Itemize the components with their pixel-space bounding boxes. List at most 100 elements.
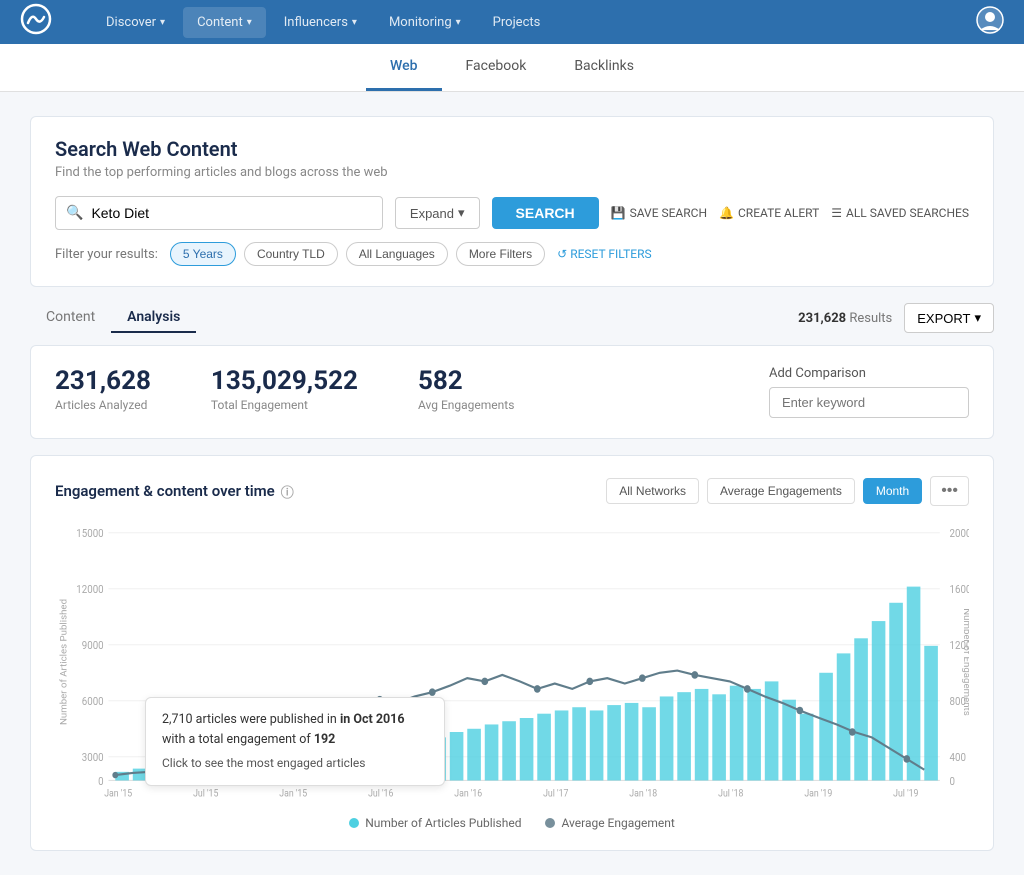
search-actions: 💾 SAVE SEARCH 🔔 CREATE ALERT ☰ ALL SAVED… bbox=[611, 206, 969, 220]
user-avatar[interactable] bbox=[976, 6, 1004, 39]
page-title: Search Web Content bbox=[55, 137, 969, 161]
save-icon: 💾 bbox=[611, 206, 626, 220]
create-alert-button[interactable]: 🔔 CREATE ALERT bbox=[719, 206, 819, 220]
chevron-down-icon: ▾ bbox=[458, 205, 465, 221]
svg-text:6000: 6000 bbox=[82, 695, 104, 709]
legend-articles-icon bbox=[349, 818, 359, 828]
svg-text:Jul '15: Jul '15 bbox=[193, 788, 218, 800]
tooltip-text: 2,710 articles were published in in Oct … bbox=[162, 710, 428, 750]
stat-avg-label: Avg Engagements bbox=[418, 398, 514, 412]
chart-card: Engagement & content over time ⓘ All Net… bbox=[30, 455, 994, 851]
expand-button[interactable]: Expand ▾ bbox=[395, 197, 480, 229]
tooltip-click-text[interactable]: Click to see the most engaged articles bbox=[162, 754, 428, 773]
nav-discover[interactable]: Discover ▾ bbox=[92, 7, 179, 38]
svg-text:400: 400 bbox=[950, 751, 967, 765]
content-tabs-row: Content Analysis 231,628 Results EXPORT … bbox=[30, 303, 994, 333]
comparison-add: Add Comparison bbox=[769, 366, 969, 418]
stats-card: 231,628 Articles Analyzed 135,029,522 To… bbox=[30, 345, 994, 439]
tab-content[interactable]: Content bbox=[30, 303, 111, 333]
top-navigation: Discover ▾ Content ▾ Influencers ▾ Monit… bbox=[0, 0, 1024, 44]
svg-text:Number of Engagements: Number of Engagements bbox=[961, 608, 969, 716]
subnav-facebook[interactable]: Facebook bbox=[442, 44, 551, 91]
filter-all-languages[interactable]: All Languages bbox=[346, 242, 448, 266]
svg-text:Number of Articles Published: Number of Articles Published bbox=[59, 599, 69, 725]
chart-title: Engagement & content over time ⓘ bbox=[55, 482, 294, 501]
save-search-button[interactable]: 💾 SAVE SEARCH bbox=[611, 206, 707, 220]
svg-text:9000: 9000 bbox=[82, 639, 104, 653]
svg-text:Jul '16: Jul '16 bbox=[368, 788, 393, 800]
all-saved-searches-button[interactable]: ☰ ALL SAVED SEARCHES bbox=[831, 206, 969, 220]
subnav-web[interactable]: Web bbox=[366, 44, 441, 91]
info-icon[interactable]: ⓘ bbox=[281, 482, 294, 501]
chevron-down-icon: ▾ bbox=[352, 17, 357, 28]
svg-text:12000: 12000 bbox=[76, 583, 104, 597]
sub-navigation: Web Facebook Backlinks bbox=[0, 44, 1024, 92]
filter-country-tld[interactable]: Country TLD bbox=[244, 242, 338, 266]
filter-5years[interactable]: 5 Years bbox=[170, 242, 236, 266]
svg-text:3000: 3000 bbox=[82, 751, 104, 765]
svg-text:1600: 1600 bbox=[950, 583, 969, 597]
svg-text:Jan '19: Jan '19 bbox=[804, 788, 832, 800]
search-input-wrapper: 🔍 bbox=[55, 196, 383, 230]
svg-text:Jan '15: Jan '15 bbox=[104, 788, 132, 800]
legend-engagement-icon bbox=[545, 818, 555, 828]
nav-content[interactable]: Content ▾ bbox=[183, 7, 266, 38]
search-icon: 🔍 bbox=[66, 205, 83, 221]
svg-text:Jul '18: Jul '18 bbox=[718, 788, 743, 800]
search-button[interactable]: SEARCH bbox=[492, 197, 599, 229]
results-export-row: 231,628 Results EXPORT ▾ bbox=[798, 303, 994, 333]
app-logo[interactable] bbox=[20, 3, 52, 41]
stat-articles-label: Articles Analyzed bbox=[55, 398, 151, 412]
stat-engagement-label: Total Engagement bbox=[211, 398, 358, 412]
svg-text:0: 0 bbox=[950, 774, 956, 788]
search-bar-row: 🔍 Expand ▾ SEARCH 💾 SAVE SEARCH 🔔 CREATE… bbox=[55, 196, 969, 230]
stat-avg: 582 Avg Engagements bbox=[418, 366, 514, 412]
list-icon: ☰ bbox=[831, 206, 842, 220]
export-button[interactable]: EXPORT ▾ bbox=[904, 303, 994, 333]
nav-items: Discover ▾ Content ▾ Influencers ▾ Monit… bbox=[92, 7, 976, 38]
tab-analysis[interactable]: Analysis bbox=[111, 303, 196, 333]
chart-avg-engagements-button[interactable]: Average Engagements bbox=[707, 478, 855, 504]
search-section: Search Web Content Find the top performi… bbox=[30, 116, 994, 287]
svg-text:Jul '17: Jul '17 bbox=[543, 788, 568, 800]
subnav-backlinks[interactable]: Backlinks bbox=[550, 44, 658, 91]
reset-filters-button[interactable]: ↺ RESET FILTERS bbox=[557, 247, 651, 261]
chevron-down-icon: ▾ bbox=[456, 17, 461, 28]
chart-all-networks-button[interactable]: All Networks bbox=[606, 478, 699, 504]
stat-engagement-value: 135,029,522 bbox=[211, 366, 358, 396]
svg-text:0: 0 bbox=[98, 774, 104, 788]
nav-monitoring[interactable]: Monitoring ▾ bbox=[375, 7, 475, 38]
chevron-down-icon: ▾ bbox=[974, 310, 981, 326]
filter-row: Filter your results: 5 Years Country TLD… bbox=[55, 230, 969, 266]
comparison-label: Add Comparison bbox=[769, 366, 969, 381]
chevron-down-icon: ▾ bbox=[247, 17, 252, 28]
legend-engagement: Average Engagement bbox=[545, 816, 674, 830]
chart-more-options-button[interactable]: ••• bbox=[930, 476, 969, 506]
stat-avg-value: 582 bbox=[418, 366, 514, 396]
comparison-input[interactable] bbox=[769, 387, 969, 418]
page-content: Search Web Content Find the top performi… bbox=[0, 92, 1024, 875]
chart-month-button[interactable]: Month bbox=[863, 478, 922, 504]
filter-label: Filter your results: bbox=[55, 247, 158, 262]
svg-text:15000: 15000 bbox=[76, 527, 104, 541]
alert-icon: 🔔 bbox=[719, 206, 734, 220]
page-subtitle: Find the top performing articles and blo… bbox=[55, 165, 969, 180]
svg-text:Jan '16: Jan '16 bbox=[454, 788, 482, 800]
stat-articles-value: 231,628 bbox=[55, 366, 151, 396]
filter-more-filters[interactable]: More Filters bbox=[456, 242, 545, 266]
stat-articles: 231,628 Articles Analyzed bbox=[55, 366, 151, 412]
chart-container: 15000 12000 9000 6000 3000 0 2000 1600 1… bbox=[55, 522, 969, 806]
nav-projects[interactable]: Projects bbox=[479, 7, 555, 38]
chart-tooltip: 2,710 articles were published in in Oct … bbox=[145, 697, 445, 786]
content-tabs: Content Analysis bbox=[30, 303, 196, 333]
chart-legend: Number of Articles Published Average Eng… bbox=[55, 816, 969, 830]
svg-text:Jul '19: Jul '19 bbox=[893, 788, 918, 800]
stat-engagement: 135,029,522 Total Engagement bbox=[211, 366, 358, 412]
chart-header: Engagement & content over time ⓘ All Net… bbox=[55, 476, 969, 506]
svg-text:2000: 2000 bbox=[950, 527, 969, 541]
search-input[interactable] bbox=[91, 197, 371, 229]
nav-influencers[interactable]: Influencers ▾ bbox=[270, 7, 371, 38]
chart-controls: All Networks Average Engagements Month •… bbox=[606, 476, 969, 506]
legend-articles: Number of Articles Published bbox=[349, 816, 521, 830]
results-count: 231,628 Results bbox=[798, 311, 892, 326]
